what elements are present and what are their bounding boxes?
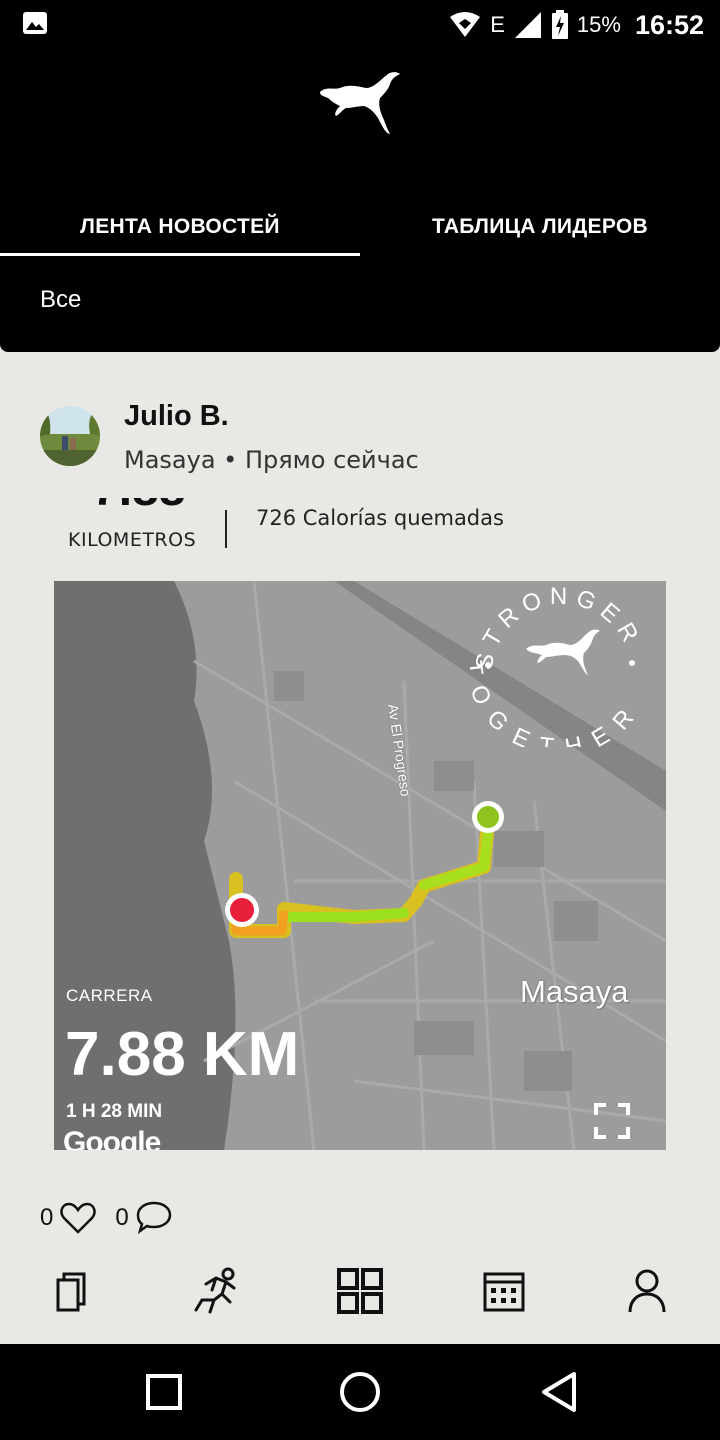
heart-icon[interactable] <box>59 1199 97 1237</box>
comment-count: 0 <box>115 1204 129 1231</box>
android-navigation-bar <box>0 1344 720 1440</box>
battery-percent: 15% <box>576 12 621 37</box>
svg-text:TOGETHER: TOGETHER <box>470 659 644 747</box>
comment-icon[interactable] <box>135 1199 173 1237</box>
run-duration: 1 H 28 MIN <box>66 1101 163 1122</box>
clock: 16:52 <box>634 9 704 40</box>
stronger-together-badge: STRONGER TOGETHER <box>470 583 647 747</box>
circle-icon[interactable] <box>336 1368 384 1416</box>
run-icon[interactable] <box>192 1266 242 1316</box>
signal-icon <box>514 12 541 38</box>
tab-news-feed[interactable]: ЛЕНТА НОВОСТЕЙ <box>0 198 360 256</box>
distance-label: KILOMETROS <box>68 529 197 551</box>
activity-type: CARRERA <box>66 986 153 1005</box>
bottom-navigation <box>0 1252 720 1344</box>
badge-top-text: STRONGER <box>471 583 640 672</box>
image-notification-icon <box>23 12 47 34</box>
feed-icon[interactable] <box>46 1266 96 1316</box>
avatar[interactable] <box>40 406 100 466</box>
battery-charging-icon <box>551 10 568 39</box>
post-meta: Masaya • Прямо сейчас <box>124 446 419 474</box>
app-header: ЛЕНТА НОВОСТЕЙ ТАБЛИЦА ЛИДЕРОВ <box>0 50 720 256</box>
calendar-icon[interactable] <box>479 1266 529 1316</box>
stats-divider <box>225 510 227 548</box>
route-map[interactable]: Av El Progreso Masaya STRONGER TOGETHER … <box>54 581 666 1150</box>
feed-filter[interactable]: Все <box>0 256 720 352</box>
status-bar: E 15% 16:52 <box>0 0 720 50</box>
post-reactions: 0 0 <box>40 1196 173 1240</box>
post-stats: 7.88 KILOMETROS 726 Calorías quemadas <box>0 498 720 558</box>
user-name[interactable]: Julio B. <box>124 400 229 433</box>
puma-logo-icon <box>320 72 400 134</box>
network-type: E <box>490 12 505 37</box>
square-icon[interactable] <box>140 1368 188 1416</box>
profile-icon[interactable] <box>622 1266 672 1316</box>
wifi-data-icon <box>450 12 481 37</box>
like-count: 0 <box>40 1204 54 1231</box>
city-label: Masaya <box>520 974 629 1009</box>
fullscreen-icon[interactable] <box>594 1103 630 1139</box>
filter-label: Все <box>40 286 82 313</box>
tab-leaderboard[interactable]: ТАБЛИЦА ЛИДЕРОВ <box>360 198 720 256</box>
back-triangle-icon[interactable] <box>536 1368 584 1416</box>
run-distance: 7.88 KM <box>65 1020 300 1089</box>
svg-text:STRONGER: STRONGER <box>471 583 647 672</box>
badge-bottom-text: TOGETHER <box>470 659 637 747</box>
calories-text: 726 Calorías quemadas <box>256 506 504 530</box>
grid-icon[interactable] <box>335 1266 385 1316</box>
google-attribution: Google <box>63 1126 161 1150</box>
distance-value: 7.88 <box>92 498 185 517</box>
